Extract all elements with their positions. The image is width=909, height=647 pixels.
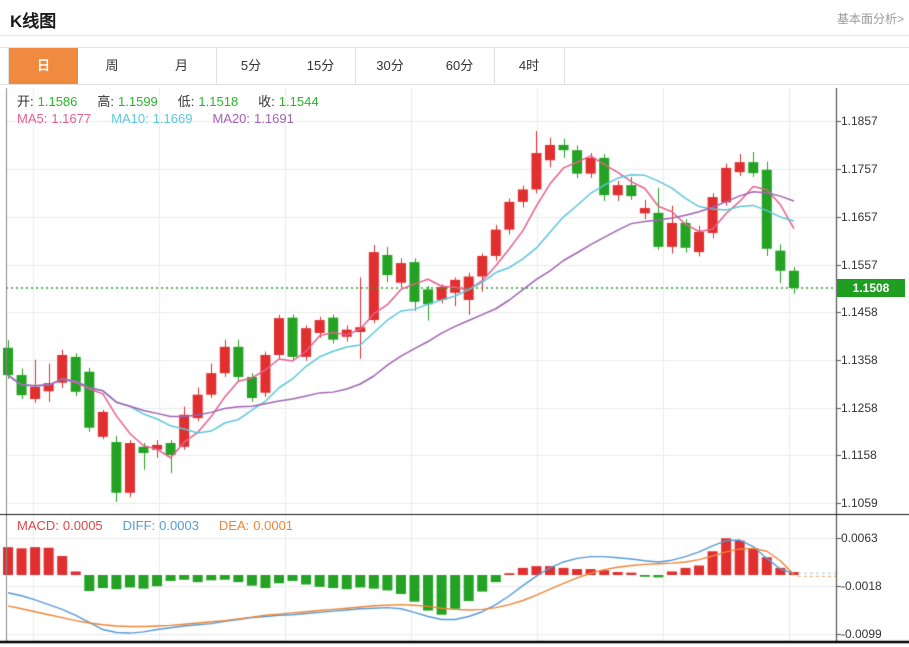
current-price-tag: 1.1508 bbox=[837, 279, 905, 297]
legend-value: 1.1677 bbox=[51, 111, 91, 126]
header: K线图 基本面分析> bbox=[0, 0, 909, 34]
y-axis-label: 1.1158 bbox=[841, 448, 877, 462]
tab-item-5[interactable]: 30分 bbox=[356, 48, 426, 84]
legend-value: 1.1691 bbox=[254, 111, 294, 126]
legend-value: 1.1599 bbox=[118, 94, 158, 109]
legend-value: 0.0005 bbox=[63, 518, 103, 533]
legend-value: 0.0001 bbox=[253, 518, 293, 533]
legend-value: 1.1518 bbox=[198, 94, 238, 109]
y-axis-label: 1.1657 bbox=[841, 210, 878, 224]
y-axis-label: 1.1757 bbox=[841, 162, 878, 176]
legend-value: 1.1669 bbox=[153, 111, 193, 126]
legend-label: 高: bbox=[97, 94, 114, 109]
legend-value: 0.0003 bbox=[159, 518, 199, 533]
page-title: K线图 bbox=[10, 7, 56, 32]
legend-value: 1.1586 bbox=[38, 94, 78, 109]
tab-item-2[interactable]: 月 bbox=[147, 48, 217, 84]
y-axis-label: 1.1358 bbox=[841, 353, 878, 367]
ohlc-legend: 开: 1.1586 高: 1.1599 低:1.1518 收: 1.1544 bbox=[17, 91, 339, 110]
y-axis-label: 1.1059 bbox=[841, 496, 878, 510]
legend-label: 开: bbox=[17, 94, 34, 109]
legend-label: MA5: bbox=[17, 111, 47, 126]
y-axis-label: 0.0063 bbox=[841, 531, 878, 545]
macd-legend: MACD: 0.0005 DIFF:0.0003 DEA: 0.0001 bbox=[17, 518, 313, 533]
fundamental-analysis-link[interactable]: 基本面分析> bbox=[837, 10, 904, 27]
tab-item-0[interactable]: 日 bbox=[8, 48, 79, 84]
y-axis-label: -0.0018 bbox=[841, 579, 882, 593]
y-axis-label: 1.1458 bbox=[841, 305, 878, 319]
legend-value: 1.1544 bbox=[279, 94, 319, 109]
y-axis-label: -0.0099 bbox=[841, 627, 882, 641]
ma-legend: MA5: 1.1677 MA10: 1.1669 MA20: 1.1691 bbox=[17, 111, 314, 126]
tab-item-4[interactable]: 15分 bbox=[286, 48, 356, 84]
timeframe-tabs: 日周月5分15分30分60分4时 bbox=[0, 47, 909, 85]
y-axis-label: 1.1258 bbox=[841, 401, 878, 415]
legend-label: 低: bbox=[178, 94, 195, 109]
y-axis-label: 1.1857 bbox=[841, 114, 878, 128]
legend-label: MACD: bbox=[17, 518, 59, 533]
legend-label: DEA: bbox=[219, 518, 249, 533]
tab-item-3[interactable]: 5分 bbox=[217, 48, 287, 84]
header-divider bbox=[0, 35, 909, 36]
legend-label: MA20: bbox=[212, 111, 250, 126]
tab-item-6[interactable]: 60分 bbox=[425, 48, 495, 84]
y-axis-label: 1.1557 bbox=[841, 258, 878, 272]
legend-label: DIFF: bbox=[123, 518, 156, 533]
legend-label: MA10: bbox=[111, 111, 149, 126]
legend-label: 收: bbox=[258, 94, 275, 109]
tab-item-1[interactable]: 周 bbox=[78, 48, 148, 84]
kline-app: K线图 基本面分析> 日周月5分15分30分60分4时 开: 1.1586 高: 1.… bbox=[0, 0, 909, 647]
tab-item-7[interactable]: 4时 bbox=[495, 48, 565, 84]
